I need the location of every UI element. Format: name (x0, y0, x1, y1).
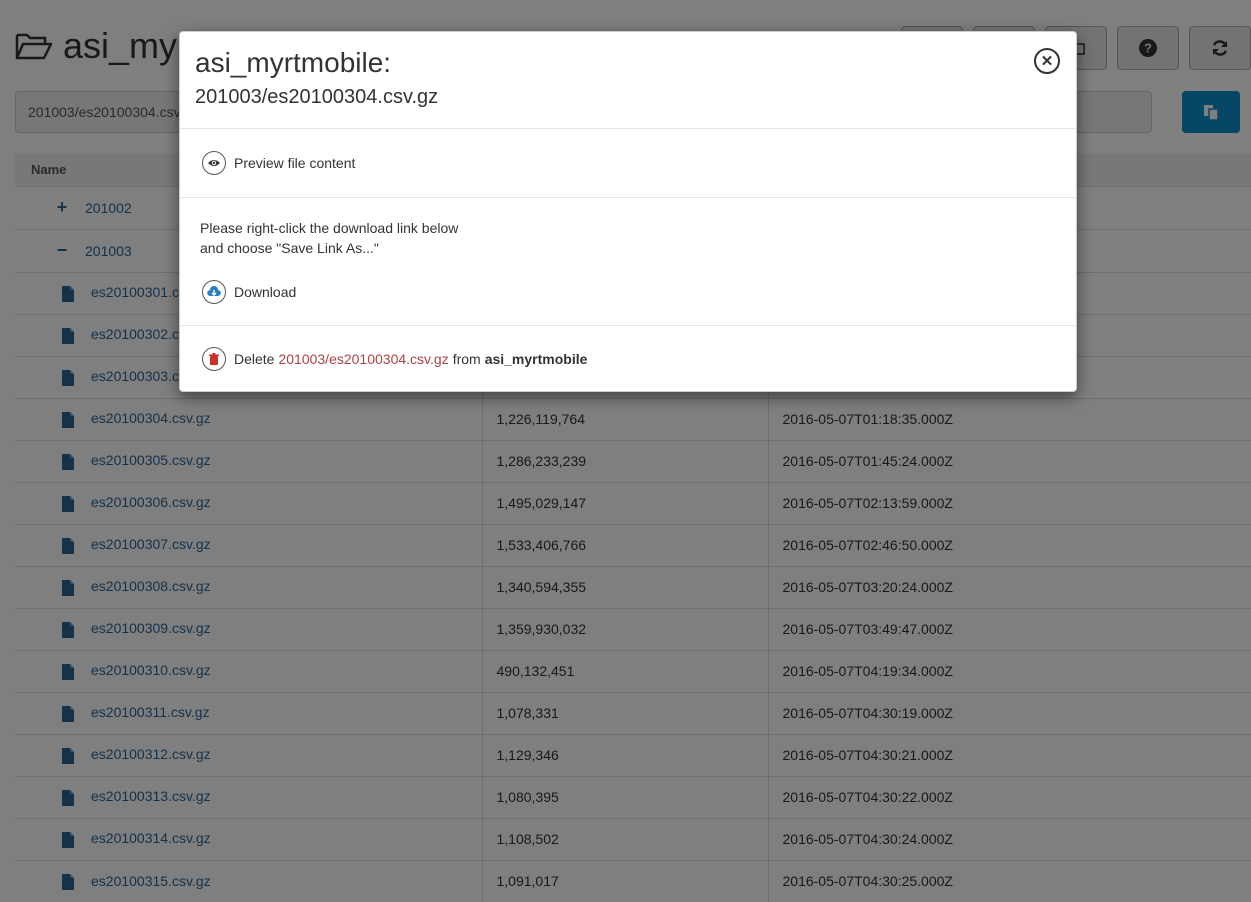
trash-icon (202, 347, 226, 371)
delete-from: from (452, 351, 481, 367)
download-instruction-2: and choose "Save Link As..." (200, 240, 379, 256)
download-link[interactable]: Download (200, 280, 1056, 304)
delete-path: 201003/es20100304.csv.gz (278, 351, 449, 367)
modal-subtitle: 201003/es20100304.csv.gz (195, 86, 439, 108)
delete-link[interactable]: Delete 201003/es20100304.csv.gz from asi… (200, 347, 587, 371)
modal-header: asi_myrtmobile: 201003/es20100304.csv.gz… (180, 32, 1076, 129)
delete-bucket: asi_myrtmobile (484, 351, 588, 367)
modal-title: asi_myrtmobile: (195, 47, 392, 78)
preview-section: Preview file content (180, 129, 1076, 198)
download-label: Download (234, 284, 297, 300)
close-icon[interactable]: ✕ (1034, 48, 1060, 74)
cloud-download-icon (202, 280, 226, 304)
delete-section: Delete 201003/es20100304.csv.gz from asi… (180, 326, 1076, 392)
eye-icon (202, 151, 226, 175)
file-actions-modal: asi_myrtmobile: 201003/es20100304.csv.gz… (179, 31, 1077, 392)
preview-link[interactable]: Preview file content (200, 151, 355, 175)
delete-prefix: Delete (234, 351, 275, 367)
download-section: Please right-click the download link bel… (180, 198, 1076, 326)
preview-label: Preview file content (234, 155, 356, 171)
download-instruction-1: Please right-click the download link bel… (200, 220, 459, 236)
